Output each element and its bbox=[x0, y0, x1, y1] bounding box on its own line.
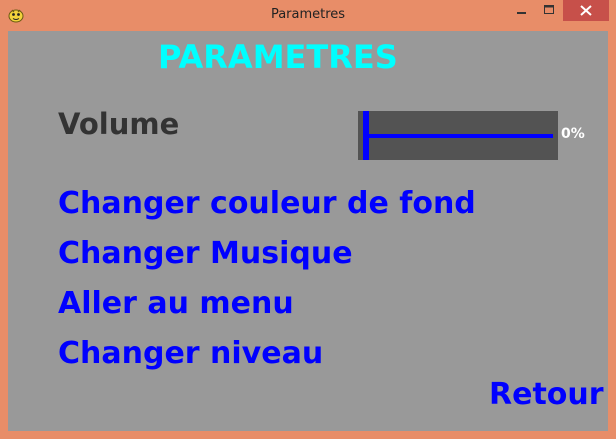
volume-label: Volume bbox=[58, 107, 180, 141]
minimize-icon bbox=[517, 12, 526, 14]
page-title: PARAMETRES bbox=[158, 38, 398, 76]
volume-slider-handle[interactable] bbox=[363, 111, 369, 160]
change-background-color-button[interactable]: Changer couleur de fond bbox=[58, 186, 476, 221]
settings-screen: PARAMETRES Volume 0% Changer couleur de … bbox=[8, 31, 608, 431]
back-button[interactable]: Retour bbox=[489, 377, 604, 412]
close-button[interactable] bbox=[563, 0, 609, 21]
go-to-menu-button[interactable]: Aller au menu bbox=[58, 286, 294, 321]
close-icon bbox=[580, 5, 592, 16]
maximize-icon bbox=[544, 5, 554, 14]
change-music-button[interactable]: Changer Musique bbox=[58, 236, 353, 271]
volume-value: 0% bbox=[561, 126, 585, 142]
volume-slider-track bbox=[363, 134, 553, 138]
title-bar[interactable]: Parametres bbox=[0, 0, 616, 31]
change-level-button[interactable]: Changer niveau bbox=[58, 336, 323, 371]
maximize-button[interactable] bbox=[535, 0, 563, 21]
minimize-button[interactable] bbox=[508, 0, 535, 21]
volume-slider[interactable] bbox=[358, 111, 558, 160]
app-window: Parametres PARAMETRES Volume 0% Changer … bbox=[0, 0, 616, 439]
